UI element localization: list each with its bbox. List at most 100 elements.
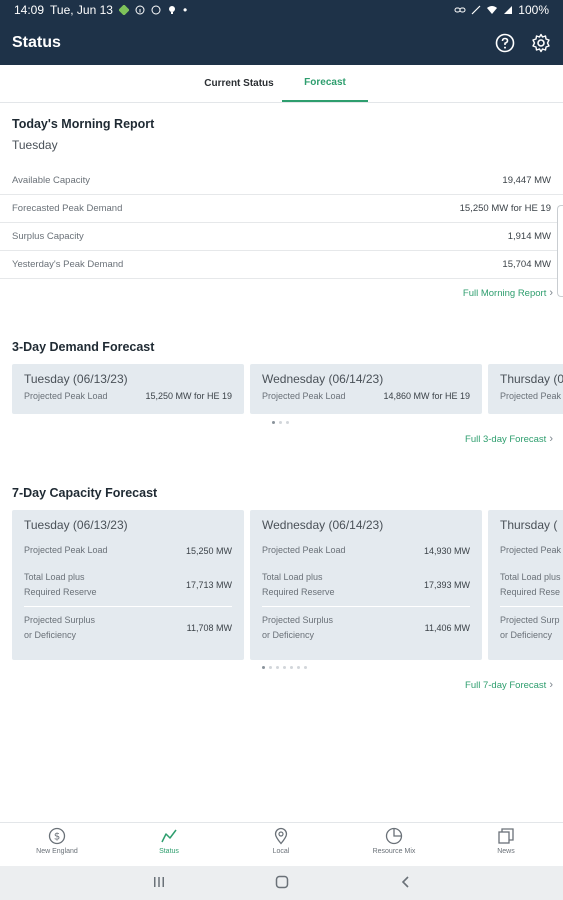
report-row-surplus-capacity: Surplus Capacity 1,914 MW <box>0 223 563 251</box>
report-row-available-capacity: Available Capacity 19,447 MW <box>0 167 563 195</box>
pager-dot <box>286 421 289 424</box>
capacity-surplus-label: Projected Surplus <box>262 615 334 625</box>
nav-news[interactable]: News <box>466 827 546 855</box>
demand-pager-dots <box>272 421 289 424</box>
capacity-total-value: 17,713 MW <box>185 580 232 590</box>
dollar-circle-icon: $ <box>48 827 66 845</box>
svg-text:$: $ <box>54 832 60 843</box>
capacity-card-day: Tuesday (06/13/23) <box>24 518 128 532</box>
report-row-label: Yesterday's Peak Demand <box>12 259 124 270</box>
wifi-icon <box>487 6 498 14</box>
more-dot-icon: • <box>182 3 188 17</box>
nav-label: Resource Mix <box>372 848 416 855</box>
bulb-icon <box>168 6 175 14</box>
capacity-surplus-value: 11,708 MW <box>186 623 232 633</box>
news-icon <box>498 828 514 844</box>
demand-forecast-title: 3-Day Demand Forecast <box>12 340 155 354</box>
nav-label: News <box>497 848 515 855</box>
tab-bar: Current Status Forecast <box>0 65 563 103</box>
home-icon[interactable] <box>274 874 290 890</box>
capacity-peak-label: Projected Peak Load <box>24 545 108 555</box>
signal-icon <box>504 6 513 14</box>
demand-forecast-carousel[interactable]: Tuesday (06/13/23) Projected Peak Load 1… <box>0 364 563 414</box>
demand-card-day: Tuesday (06/13/23) <box>24 372 128 386</box>
demand-card-day: Wednesday (06/14/23) <box>262 372 384 386</box>
demand-card-label: Projected Peak Load <box>24 391 108 401</box>
morning-report-day: Tuesday <box>12 138 58 152</box>
tab-current-status[interactable]: Current Status <box>198 65 280 102</box>
nav-new-england[interactable]: $ New England <box>17 827 97 855</box>
capacity-card-day: Thursday ( <box>500 518 558 532</box>
sync-icon <box>151 5 161 15</box>
pager-dot <box>262 666 265 669</box>
pager-dot <box>297 666 300 669</box>
recent-apps-icon[interactable] <box>151 874 167 890</box>
capacity-surplus-value: 11,406 MW <box>424 623 470 633</box>
back-icon[interactable] <box>398 874 414 890</box>
full-morning-report-label: Full Morning Report <box>462 287 547 299</box>
nav-local[interactable]: Local <box>241 827 321 855</box>
full-morning-report-link[interactable]: Full Morning Report › <box>463 287 553 299</box>
capacity-card[interactable]: Wednesday (06/14/23) Projected Peak Load… <box>250 510 482 660</box>
info-icon <box>135 5 145 15</box>
report-row-value: 19,447 MW <box>502 175 551 186</box>
pager-dot <box>290 666 293 669</box>
pager-dot <box>279 421 282 424</box>
settings-gear-icon[interactable] <box>531 33 551 53</box>
battery-percent: 100% <box>518 3 549 17</box>
report-row-forecasted-peak-demand: Forecasted Peak Demand 15,250 MW for HE … <box>0 195 563 223</box>
capacity-total-label: Total Load plus <box>500 572 561 582</box>
clock: 14:09 <box>14 3 45 17</box>
side-drawer-handle[interactable] <box>557 205 563 297</box>
capacity-pager-dots <box>262 666 307 669</box>
pager-dot <box>272 421 275 424</box>
capacity-card[interactable]: Thursday ( Projected Peak Total Load plu… <box>488 510 563 660</box>
full-3-day-forecast-link[interactable]: Full 3-day Forecast › <box>465 433 553 445</box>
full-7-day-forecast-link[interactable]: Full 7-day Forecast › <box>465 679 553 691</box>
capacity-total-label: Required Reserve <box>262 587 335 597</box>
capacity-total-label: Required Reserve <box>24 587 97 597</box>
report-row-label: Surplus Capacity <box>12 231 84 242</box>
demand-card[interactable]: Thursday (0 Projected Peak <box>488 364 563 414</box>
capacity-surplus-label: or Deficiency <box>262 630 315 640</box>
demand-card-value: 15,250 MW for HE 19 <box>145 391 232 401</box>
demand-card[interactable]: Wednesday (06/14/23) Projected Peak Load… <box>250 364 482 414</box>
capacity-total-label: Total Load plus <box>262 572 323 582</box>
morning-report-table: Available Capacity 19,447 MW Forecasted … <box>0 167 563 279</box>
demand-card[interactable]: Tuesday (06/13/23) Projected Peak Load 1… <box>12 364 244 414</box>
demand-card-day: Thursday (0 <box>500 372 563 386</box>
tab-forecast[interactable]: Forecast <box>282 65 368 102</box>
report-row-label: Forecasted Peak Demand <box>12 203 123 214</box>
morning-report-title: Today's Morning Report <box>12 117 155 131</box>
full-7-day-forecast-label: Full 7-day Forecast <box>465 679 547 691</box>
android-icon <box>118 5 129 15</box>
demand-card-value: 14,860 MW for HE 19 <box>383 391 470 401</box>
chevron-right-icon: › <box>549 679 553 691</box>
capacity-forecast-carousel[interactable]: Tuesday (06/13/23) Projected Peak Load 1… <box>0 510 563 660</box>
link-icon <box>454 7 466 13</box>
report-row-value: 15,250 MW for HE 19 <box>459 203 551 214</box>
chevron-right-icon: › <box>549 433 553 445</box>
system-navigation-bar <box>0 866 563 900</box>
system-status-bar: 14:09 Tue, Jun 13 • 100% <box>0 0 563 20</box>
capacity-surplus-label: or Deficiency <box>24 630 77 640</box>
nav-status[interactable]: Status <box>129 827 209 855</box>
capacity-total-label: Total Load plus <box>24 572 85 582</box>
capacity-surplus-label: Projected Surplus <box>24 615 96 625</box>
location-pin-icon <box>274 827 288 845</box>
pager-dot <box>276 666 279 669</box>
capacity-forecast-title: 7-Day Capacity Forecast <box>12 486 158 500</box>
nav-resource-mix[interactable]: Resource Mix <box>354 827 434 855</box>
date: Tue, Jun 13 <box>50 3 113 17</box>
chevron-right-icon: › <box>549 287 553 299</box>
capacity-card[interactable]: Tuesday (06/13/23) Projected Peak Load 1… <box>12 510 244 660</box>
full-3-day-forecast-label: Full 3-day Forecast <box>465 433 547 445</box>
capacity-peak-label: Projected Peak Load <box>262 545 346 555</box>
capacity-surplus-label: or Deficiency <box>500 630 553 640</box>
capacity-total-label: Required Rese <box>500 587 561 597</box>
capacity-peak-label: Projected Peak <box>500 545 562 555</box>
capacity-card-day: Wednesday (06/14/23) <box>262 518 384 532</box>
capacity-peak-value: 14,930 MW <box>423 545 470 556</box>
report-row-value: 1,914 MW <box>507 231 551 242</box>
help-icon[interactable] <box>495 33 515 53</box>
